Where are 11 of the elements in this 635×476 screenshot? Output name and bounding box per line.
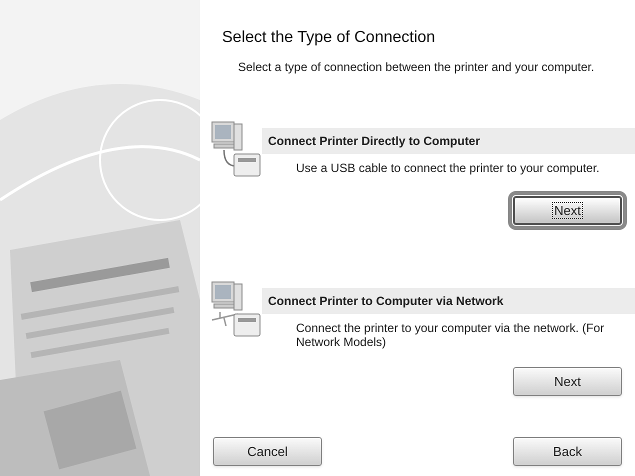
next-button[interactable]: Next <box>513 367 622 396</box>
cancel-button[interactable]: Cancel <box>213 437 322 466</box>
option-description: Connect the printer to your computer via the network. (For Network Models) <box>296 321 606 349</box>
option-heading: Connect Printer to Computer via Network <box>262 288 635 314</box>
computer-printer-network-icon <box>210 280 262 338</box>
back-button[interactable]: Back <box>513 437 622 466</box>
dialog-subtitle: Select a type of connection between the printer and your computer. <box>238 59 596 76</box>
dialog-title: Select the Type of Connection <box>222 28 436 48</box>
computer-printer-icon <box>210 120 262 178</box>
option-heading: Connect Printer Directly to Computer <box>262 128 635 154</box>
option-description: Use a USB cable to connect the printer to your computer. <box>296 161 600 175</box>
